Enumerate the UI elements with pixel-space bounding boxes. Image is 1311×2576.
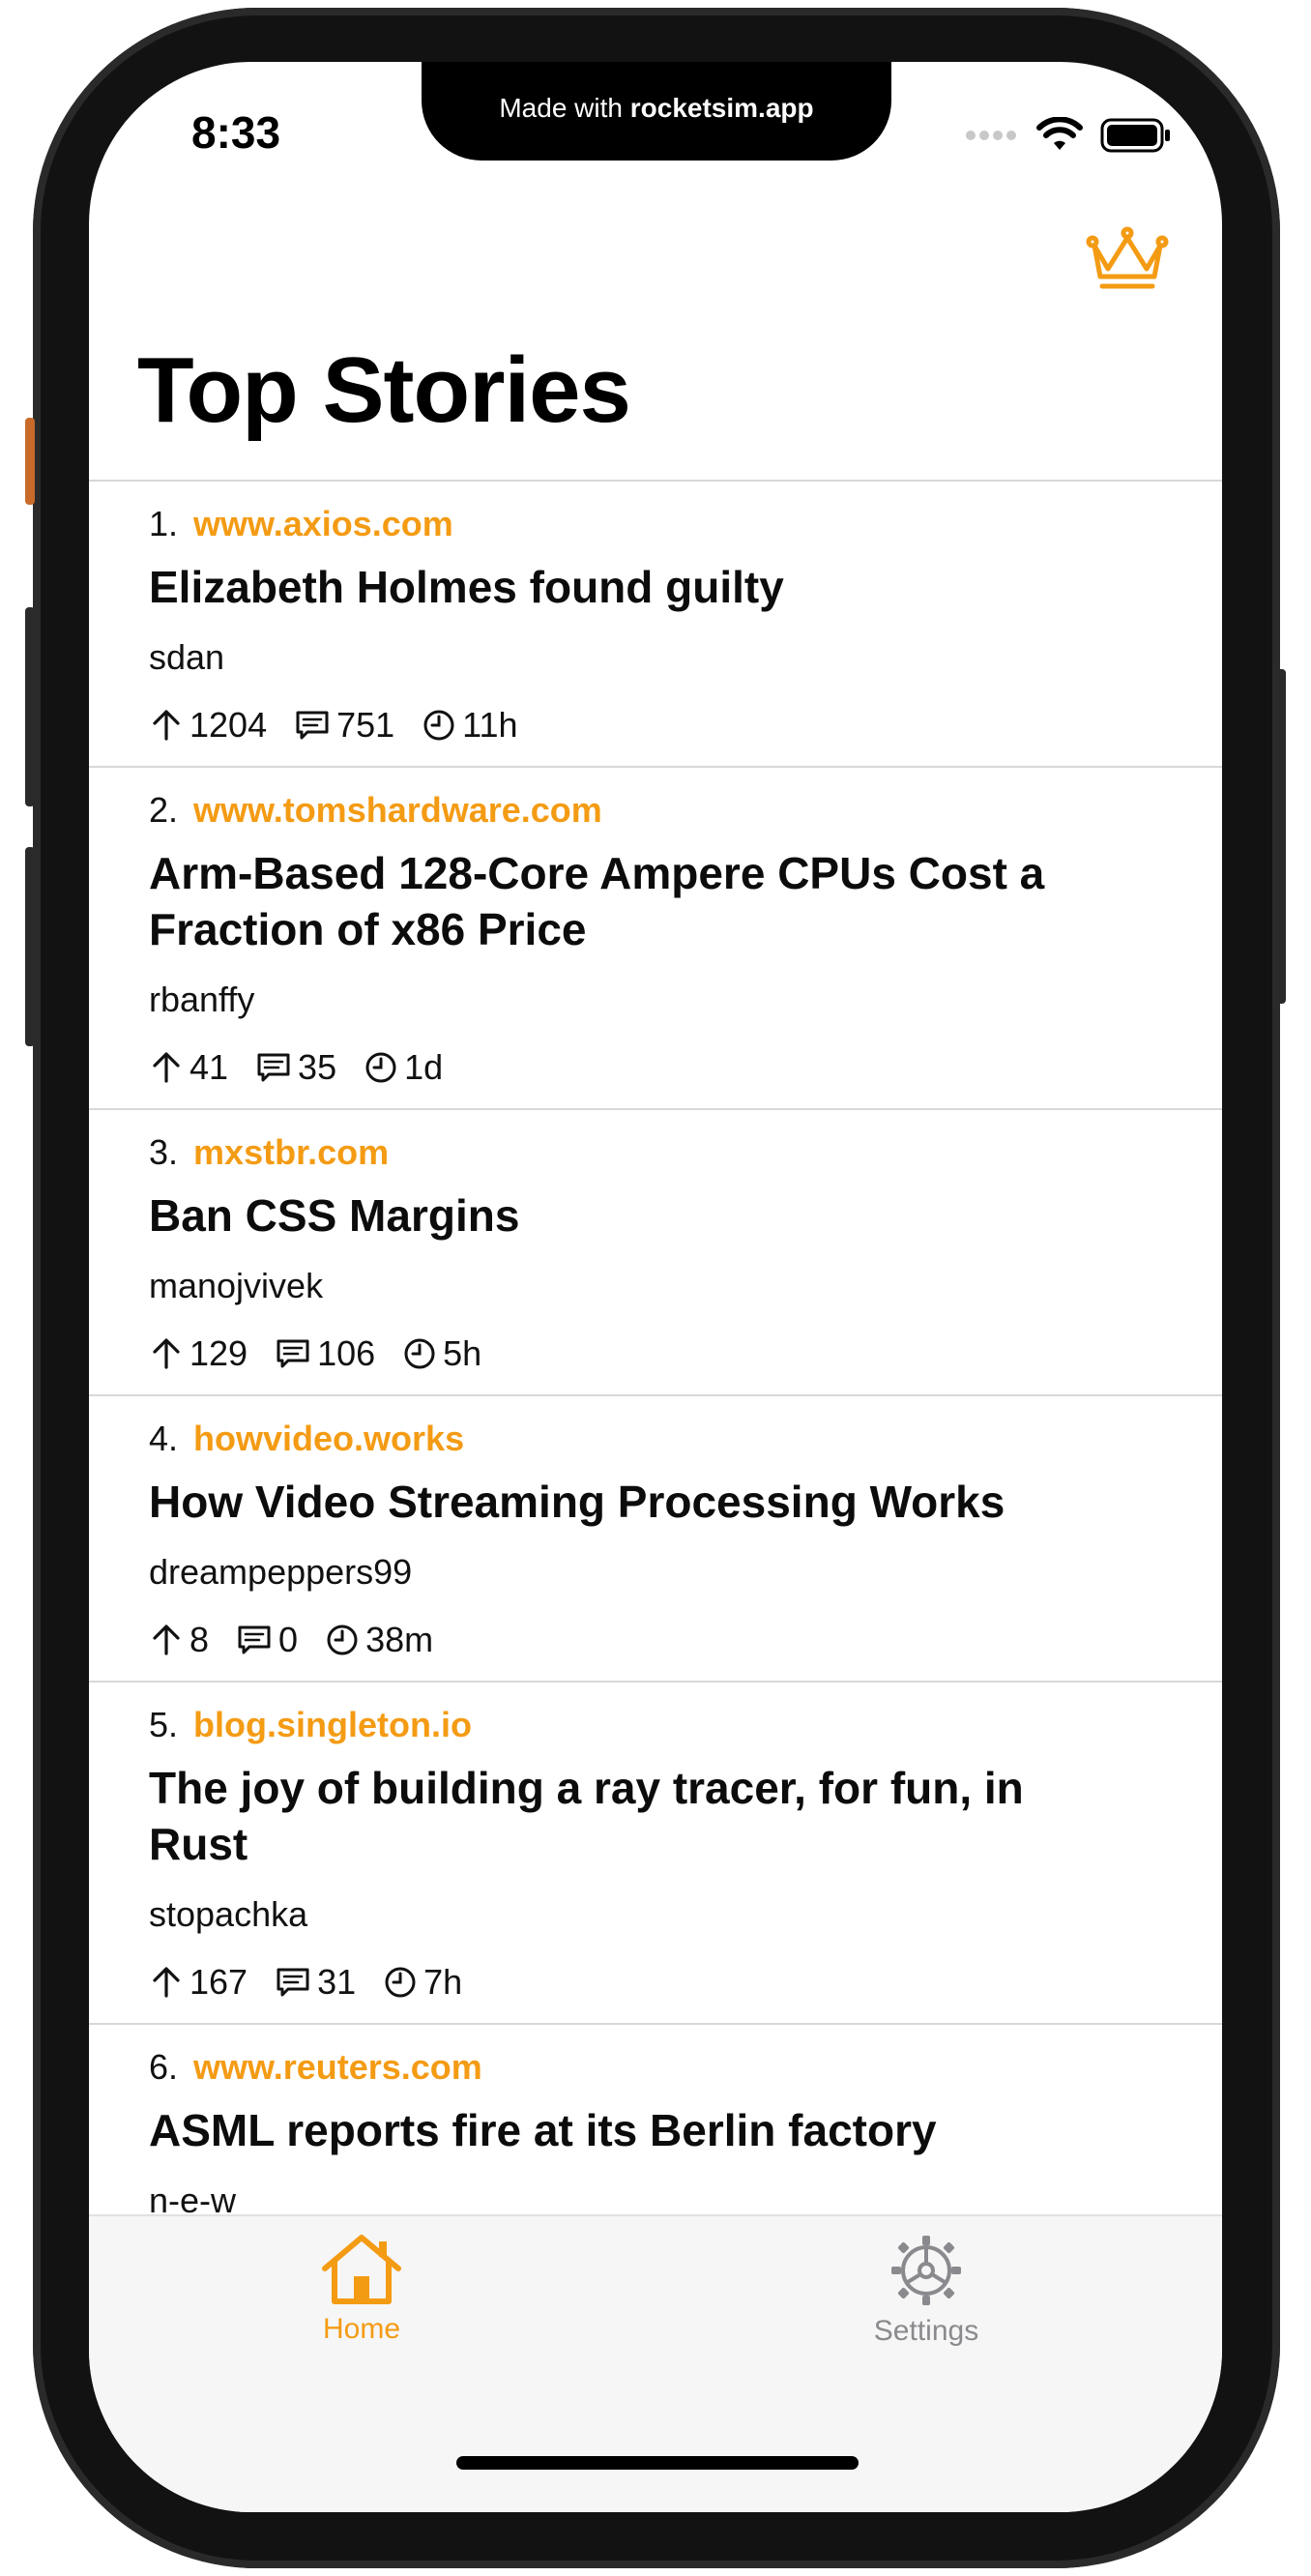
story-domain[interactable]: blog.singleton.io: [193, 1705, 472, 1745]
tab-bar: Home Settings: [89, 2214, 1222, 2512]
story-points: 41: [189, 1047, 229, 1087]
comment-bubble-icon: [257, 1053, 290, 1082]
clock-icon: [327, 1625, 358, 1655]
crown-icon[interactable]: [1085, 224, 1170, 292]
story-stats: 8 0 38m: [149, 1617, 1162, 1663]
story-author: sdan: [149, 637, 225, 677]
story-title[interactable]: ASML reports fire at its Berlin factory: [149, 2102, 1154, 2158]
story-rank: 2.: [149, 790, 179, 830]
cellular-signal-icon: [966, 131, 1016, 140]
story-rank: 3.: [149, 1132, 179, 1172]
story-points: 8: [189, 1620, 210, 1659]
comment-bubble-icon: [238, 1625, 271, 1654]
story-points: 129: [189, 1333, 248, 1373]
tab-settings[interactable]: Settings: [820, 2232, 1033, 2348]
story-comments: 106: [317, 1333, 376, 1373]
story-age: 11h: [462, 705, 518, 745]
story-age: 5h: [443, 1333, 482, 1373]
story-row[interactable]: 5. blog.singleton.io The joy of building …: [89, 1683, 1222, 2025]
tab-settings-label: Settings: [873, 2315, 979, 2347]
story-stats: 129 106 5h: [149, 1331, 1162, 1377]
clock-icon: [385, 1967, 416, 1998]
upvote-arrow-icon: [153, 1625, 180, 1655]
story-domain[interactable]: www.reuters.com: [193, 2047, 482, 2088]
story-rank: 6.: [149, 2047, 179, 2087]
story-domain[interactable]: www.tomshardware.com: [193, 790, 602, 831]
banner-text: Made with rocketsim.app: [499, 93, 814, 123]
story-stats: 1204 751 11h: [149, 702, 1162, 748]
upvote-arrow-icon: [153, 710, 180, 741]
story-domain[interactable]: howvideo.works: [193, 1419, 464, 1459]
volume-up-button: [25, 607, 35, 806]
story-row[interactable]: 2. www.tomshardware.com Arm-Based 128-Cor…: [89, 768, 1222, 1110]
story-rank: 5.: [149, 1705, 179, 1744]
clock-icon: [404, 1338, 435, 1369]
upvote-arrow-icon: [153, 1052, 180, 1083]
clock-icon: [423, 710, 454, 741]
story-row[interactable]: 4. howvideo.works How Video Streaming Pro…: [89, 1396, 1222, 1683]
story-author: rbanffy: [149, 980, 255, 1019]
story-age: 7h: [423, 1962, 463, 2002]
house-icon: [322, 2235, 401, 2304]
upvote-arrow-icon: [153, 1338, 180, 1369]
story-rank: 4.: [149, 1419, 179, 1458]
story-age: 1d: [404, 1047, 444, 1087]
story-title[interactable]: Arm-Based 128-Core Ampere CPUs Cost a Fr…: [149, 845, 1154, 957]
story-author: dreampeppers99: [149, 1552, 413, 1592]
story-title[interactable]: Ban CSS Margins: [149, 1187, 1154, 1244]
battery-icon: [1100, 118, 1170, 153]
story-points: 1204: [189, 705, 268, 745]
volume-down-button: [25, 847, 35, 1046]
upvote-arrow-icon: [153, 1967, 180, 1998]
story-row[interactable]: 3. mxstbr.com Ban CSS Margins manojvivek …: [89, 1110, 1222, 1396]
story-comments: 31: [317, 1962, 357, 2002]
dynamic-notch: Made with rocketsim.app: [422, 62, 891, 161]
story-age: 38m: [365, 1620, 434, 1659]
story-comments: 35: [298, 1047, 337, 1087]
story-row[interactable]: 1. www.axios.com Elizabeth Holmes found g…: [89, 482, 1222, 768]
story-comments: 0: [278, 1620, 299, 1659]
story-title[interactable]: Elizabeth Holmes found guilty: [149, 559, 1154, 615]
story-title[interactable]: The joy of building a ray tracer, for fu…: [149, 1760, 1048, 1872]
story-author: stopachka: [149, 1894, 308, 1934]
story-domain[interactable]: www.axios.com: [193, 504, 453, 544]
power-button: [1276, 669, 1286, 1004]
tab-home[interactable]: Home: [255, 2232, 468, 2346]
story-author: manojvivek: [149, 1266, 324, 1305]
story-rank: 1.: [149, 504, 179, 543]
comment-bubble-icon: [277, 1339, 309, 1368]
story-domain[interactable]: mxstbr.com: [193, 1132, 389, 1173]
story-comments: 751: [336, 705, 395, 745]
wifi-icon: [1036, 117, 1083, 150]
clock-icon: [365, 1052, 396, 1083]
screen: Made with rocketsim.app 8:33 Top Stories…: [89, 62, 1222, 2512]
story-stats: 41 35 1d: [149, 1044, 1162, 1091]
status-time: 8:33: [191, 107, 281, 158]
side-button: [25, 418, 35, 505]
story-stats: 167 31 7h: [149, 1959, 1162, 2005]
page-title: Top Stories: [137, 338, 631, 442]
story-title[interactable]: How Video Streaming Processing Works: [149, 1474, 1154, 1530]
status-icons: [965, 116, 1172, 155]
comment-bubble-icon: [296, 711, 329, 740]
gear-icon: [891, 2236, 961, 2305]
story-points: 167: [189, 1962, 248, 2002]
story-list[interactable]: 1. www.axios.com Elizabeth Holmes found g…: [89, 480, 1222, 2356]
home-indicator[interactable]: [456, 2456, 859, 2470]
tab-home-label: Home: [322, 2313, 401, 2345]
comment-bubble-icon: [277, 1968, 309, 1997]
